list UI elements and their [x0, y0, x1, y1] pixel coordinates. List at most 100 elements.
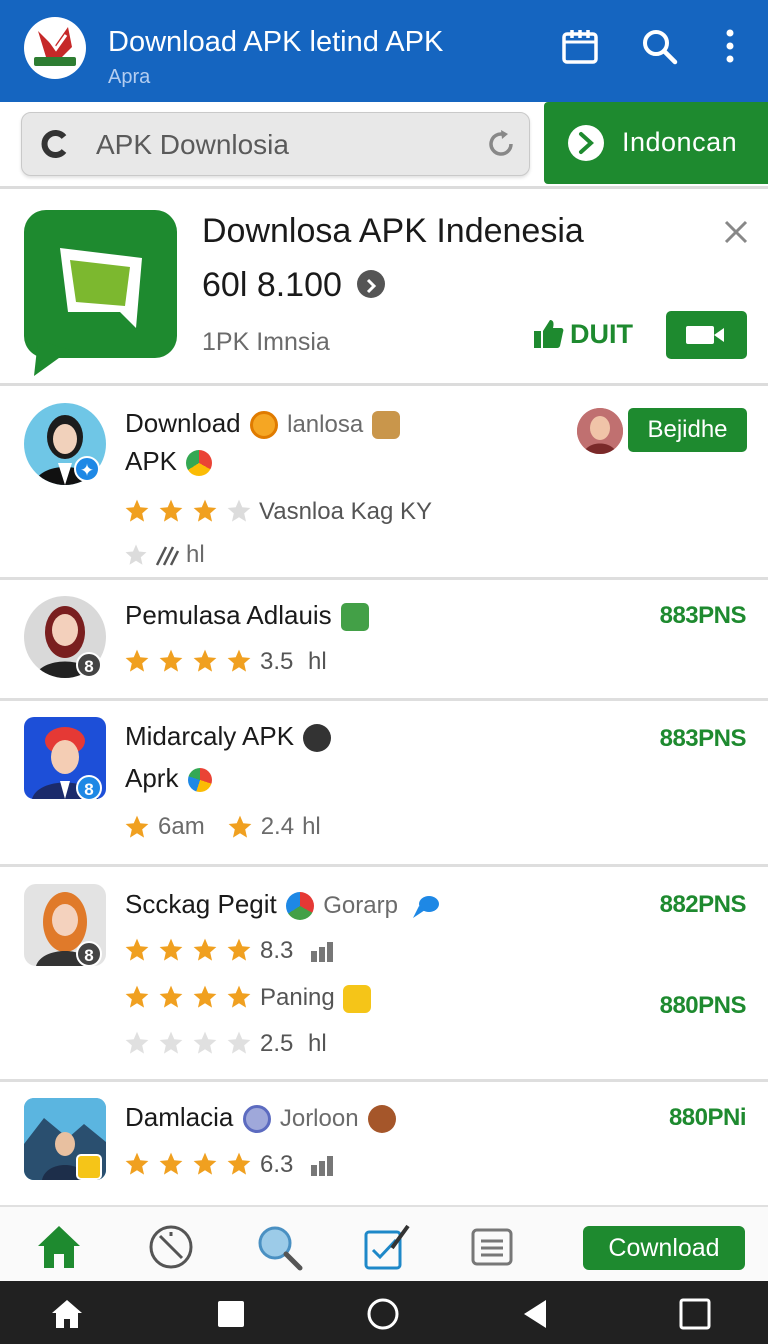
- rating-label: Paning: [260, 984, 335, 1011]
- profile-icon: [303, 724, 332, 753]
- bird-icon: [413, 896, 440, 919]
- clock-icon[interactable]: [146, 1222, 196, 1272]
- star-icon: [193, 938, 217, 961]
- item-rating-text: Vasnloa Kag KY: [259, 498, 433, 525]
- star-icon: [159, 499, 183, 522]
- game-icon: [340, 603, 369, 632]
- item-subtitle: Aprk: [125, 763, 214, 794]
- item-rating: 6am 2.4 hl: [124, 813, 321, 841]
- item-rating: 2.5 hl: [260, 1030, 327, 1058]
- star-icon: [125, 815, 149, 838]
- folder-badge-icon: [76, 1154, 102, 1180]
- app-bar: Download APK letind APK Apra: [0, 0, 768, 102]
- action-button[interactable]: Bejidhe: [628, 408, 747, 452]
- star-rating: [124, 937, 252, 963]
- home-icon[interactable]: [50, 1297, 84, 1331]
- square-icon[interactable]: [214, 1297, 248, 1331]
- star-icon: [159, 1031, 183, 1054]
- search-nav-icon[interactable]: [254, 1222, 304, 1272]
- bar-chart-icon: [311, 1155, 334, 1176]
- search-button-label: Indoncan: [622, 127, 738, 157]
- star-icon: [227, 985, 251, 1008]
- level-badge: 8: [76, 775, 102, 801]
- close-icon[interactable]: [718, 214, 754, 250]
- item-title-extra: Gorarp: [323, 892, 398, 919]
- star-icon: [159, 649, 183, 672]
- list-item[interactable]: 8 Pemulasa Adlauis 3.5 hl 883PNS: [0, 580, 768, 698]
- star-icon: [193, 499, 217, 522]
- level-badge: 8: [76, 652, 102, 678]
- star-icon: [125, 1152, 149, 1175]
- like-button[interactable]: DUIT: [532, 318, 633, 350]
- back-icon[interactable]: [518, 1297, 552, 1331]
- chevron-right-icon[interactable]: [357, 270, 386, 299]
- item-subtitle-text: Aprk: [125, 763, 179, 793]
- home-icon[interactable]: [34, 1222, 84, 1272]
- star-icon: [193, 985, 217, 1008]
- star-icon: [227, 1031, 251, 1054]
- star-icon: [228, 815, 252, 838]
- star-rating: [124, 984, 252, 1010]
- item-title: Midarcaly APK: [125, 721, 333, 753]
- item-rating: 6.3: [260, 1151, 334, 1179]
- app-logo[interactable]: [24, 17, 86, 79]
- profile-icon: [367, 1105, 396, 1134]
- star-icon: [125, 544, 147, 565]
- list-item[interactable]: 8 Midarcaly APK Aprk 6am 2.4 hl 883PNS: [0, 701, 768, 864]
- featured-subtitle: 1PK Imnsia: [202, 328, 330, 356]
- star-icon: [227, 499, 251, 522]
- rating-prefix: 6am: [158, 813, 205, 840]
- item-title: Pemulasa Adlauis: [125, 600, 371, 632]
- recents-icon[interactable]: [678, 1297, 712, 1331]
- item-price[interactable]: 883PNS: [660, 725, 747, 753]
- video-camera-icon: [686, 326, 724, 344]
- video-button[interactable]: [666, 311, 747, 359]
- more-menu-icon[interactable]: [708, 24, 752, 68]
- item-title: Damlacia Jorloon: [125, 1102, 398, 1134]
- item-price[interactable]: 882PNS: [660, 891, 747, 919]
- list-icon[interactable]: [467, 1222, 517, 1272]
- calendar-icon[interactable]: [558, 24, 602, 68]
- search-placeholder: APK Downlosia: [96, 129, 289, 160]
- star-icon: [159, 938, 183, 961]
- arrow-right-icon: [568, 125, 604, 161]
- search-submit-button[interactable]: Indoncan: [544, 102, 768, 184]
- app-title: Download APK letind APK: [108, 26, 444, 58]
- item-title: Scckag Pegit Gorarp: [125, 889, 443, 922]
- featured-app-icon[interactable]: [24, 210, 177, 376]
- star-icon: [125, 985, 149, 1008]
- item-meta-text: hl: [186, 541, 205, 568]
- tasks-icon[interactable]: [362, 1222, 412, 1272]
- item-rating-text: Paning: [260, 984, 373, 1013]
- item-price-secondary[interactable]: 880PNS: [660, 992, 747, 1020]
- list-item[interactable]: 8 Scckag Pegit Gorarp 8.3 Paning 2.5 hl …: [0, 867, 768, 1079]
- bar-chart-icon: [311, 941, 334, 962]
- circle-home-icon[interactable]: [366, 1297, 400, 1331]
- star-icon: [159, 985, 183, 1008]
- item-price[interactable]: 880PNi: [669, 1104, 747, 1132]
- badge-icon: [242, 1105, 271, 1134]
- refresh-icon[interactable]: [484, 127, 518, 161]
- featured-title: Downlosa APK Indenesia: [202, 212, 584, 250]
- badge-icon: [249, 411, 278, 440]
- item-title-text: Midarcaly APK: [125, 721, 295, 751]
- search-icon[interactable]: [637, 24, 681, 68]
- item-subtitle-text: APK: [125, 446, 178, 476]
- item-price[interactable]: 883PNS: [660, 602, 747, 630]
- cartoon-icon: [372, 411, 401, 440]
- level-badge: 8: [76, 941, 102, 967]
- star-rating: [124, 1030, 252, 1056]
- item-rating: 8.3: [260, 937, 334, 965]
- featured-count: 60l 8.100: [202, 266, 386, 305]
- chrome-icon: [186, 450, 213, 477]
- search-input[interactable]: APK Downlosia: [21, 112, 530, 176]
- star-rating: [124, 648, 252, 674]
- rating-unit: hl: [308, 1030, 327, 1057]
- featured-count-value: 60l 8.100: [202, 266, 342, 304]
- system-nav-bar: [0, 1281, 768, 1344]
- divider: [0, 186, 768, 189]
- item-title-text: Scckag Pegit: [125, 889, 277, 919]
- list-item[interactable]: Damlacia Jorloon 6.3 880PNi: [0, 1082, 768, 1202]
- download-button[interactable]: Cownload: [583, 1226, 745, 1270]
- star-icon: [125, 649, 149, 672]
